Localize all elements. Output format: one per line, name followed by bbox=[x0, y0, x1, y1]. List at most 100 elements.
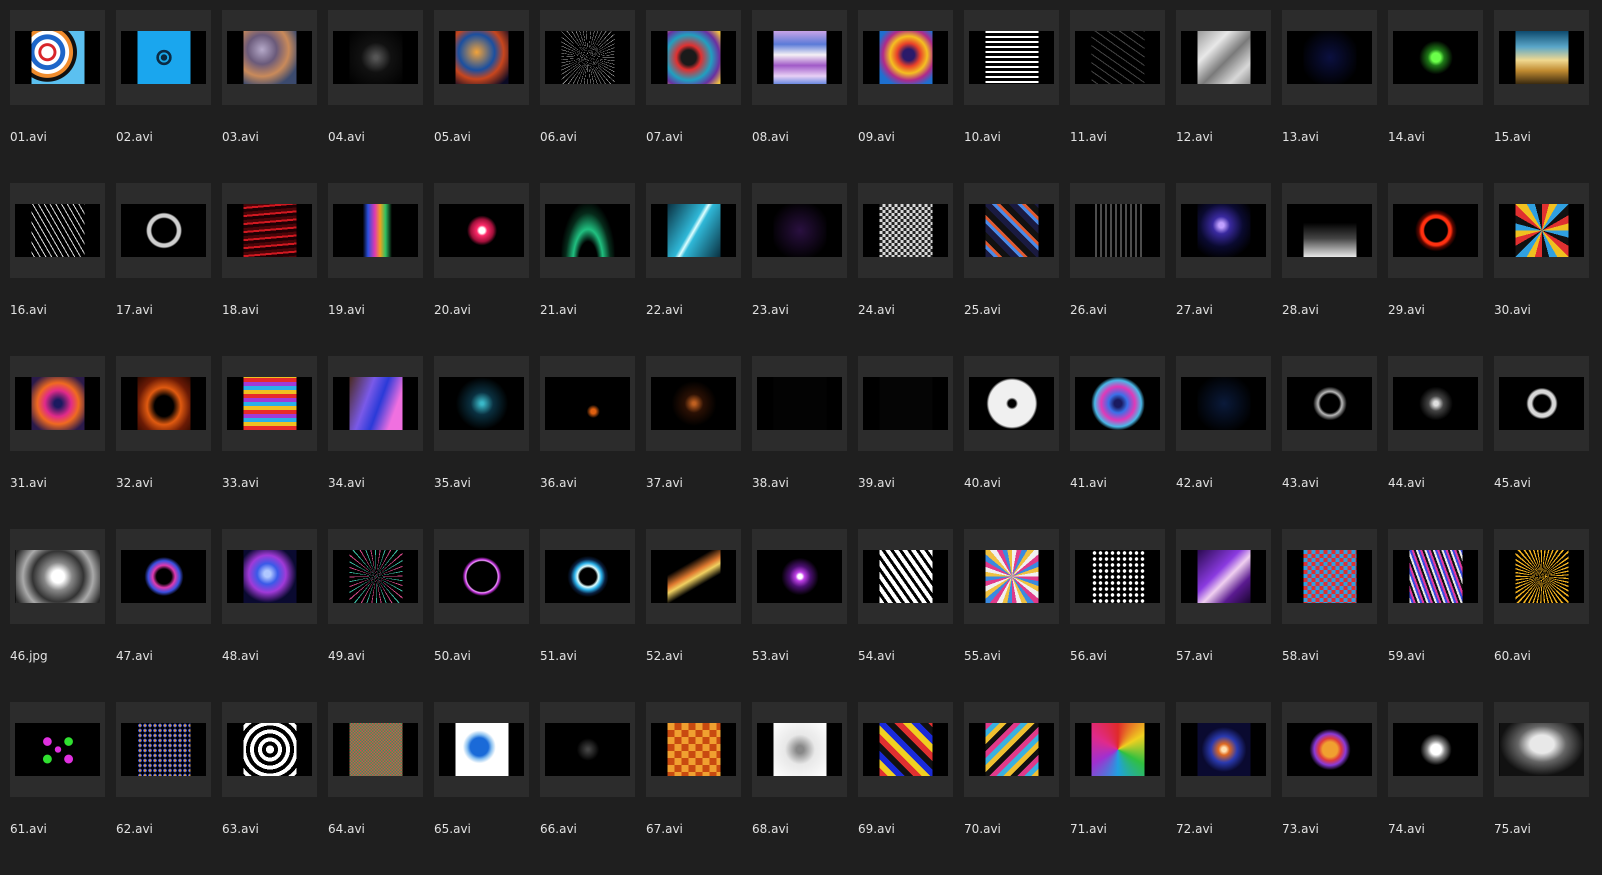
file-item[interactable]: 14.avi bbox=[1388, 10, 1483, 183]
file-item[interactable]: 49.avi bbox=[328, 529, 423, 702]
file-item[interactable]: 66.avi bbox=[540, 702, 635, 875]
file-item[interactable]: 02.avi bbox=[116, 10, 211, 183]
file-item[interactable]: 56.avi bbox=[1070, 529, 1165, 702]
file-item[interactable]: 43.avi bbox=[1282, 356, 1377, 529]
file-item[interactable]: 65.avi bbox=[434, 702, 529, 875]
thumbnail-art bbox=[1197, 204, 1250, 257]
file-item[interactable]: 53.avi bbox=[752, 529, 847, 702]
file-item[interactable]: 44.avi bbox=[1388, 356, 1483, 529]
file-item[interactable]: 54.avi bbox=[858, 529, 953, 702]
file-item[interactable]: 59.avi bbox=[1388, 529, 1483, 702]
file-item[interactable]: 73.avi bbox=[1282, 702, 1377, 875]
file-item[interactable]: 03.avi bbox=[222, 10, 317, 183]
file-item[interactable]: 68.avi bbox=[752, 702, 847, 875]
file-item[interactable]: 19.avi bbox=[328, 183, 423, 356]
file-item[interactable]: 34.avi bbox=[328, 356, 423, 529]
thumbnail-letterbox bbox=[121, 204, 206, 257]
file-item[interactable]: 70.avi bbox=[964, 702, 1059, 875]
file-item[interactable]: 71.avi bbox=[1070, 702, 1165, 875]
file-item[interactable]: 41.avi bbox=[1070, 356, 1165, 529]
thumbnail-frame bbox=[1388, 10, 1483, 105]
file-item[interactable]: 12.avi bbox=[1176, 10, 1271, 183]
thumbnail-frame bbox=[1282, 529, 1377, 624]
file-item[interactable]: 35.avi bbox=[434, 356, 529, 529]
file-item[interactable]: 04.avi bbox=[328, 10, 423, 183]
file-item[interactable]: 72.avi bbox=[1176, 702, 1271, 875]
thumbnail-art bbox=[455, 550, 508, 603]
file-item[interactable]: 31.avi bbox=[10, 356, 105, 529]
file-item[interactable]: 20.avi bbox=[434, 183, 529, 356]
file-item[interactable]: 47.avi bbox=[116, 529, 211, 702]
file-item[interactable]: 64.avi bbox=[328, 702, 423, 875]
file-name: 61.avi bbox=[10, 822, 47, 836]
file-item[interactable]: 07.avi bbox=[646, 10, 741, 183]
file-name: 63.avi bbox=[222, 822, 259, 836]
file-name: 47.avi bbox=[116, 649, 153, 663]
file-item[interactable]: 15.avi bbox=[1494, 10, 1589, 183]
file-item[interactable]: 16.avi bbox=[10, 183, 105, 356]
file-item[interactable]: 06.avi bbox=[540, 10, 635, 183]
file-item[interactable]: 74.avi bbox=[1388, 702, 1483, 875]
file-item[interactable]: 13.avi bbox=[1282, 10, 1377, 183]
thumbnail-frame bbox=[964, 10, 1059, 105]
file-item[interactable]: 48.avi bbox=[222, 529, 317, 702]
file-item[interactable]: 46.jpg bbox=[10, 529, 105, 702]
file-item[interactable]: 26.avi bbox=[1070, 183, 1165, 356]
thumbnail-letterbox bbox=[1393, 204, 1478, 257]
thumbnail-art bbox=[1409, 550, 1462, 603]
file-item[interactable]: 24.avi bbox=[858, 183, 953, 356]
file-item[interactable]: 63.avi bbox=[222, 702, 317, 875]
thumbnail-letterbox bbox=[227, 31, 312, 84]
file-item[interactable]: 42.avi bbox=[1176, 356, 1271, 529]
file-item[interactable]: 62.avi bbox=[116, 702, 211, 875]
file-item[interactable]: 08.avi bbox=[752, 10, 847, 183]
thumbnail-letterbox bbox=[1287, 550, 1372, 603]
thumbnail-art bbox=[1091, 204, 1144, 257]
file-item[interactable]: 01.avi bbox=[10, 10, 105, 183]
file-item[interactable]: 33.avi bbox=[222, 356, 317, 529]
file-item[interactable]: 57.avi bbox=[1176, 529, 1271, 702]
file-item[interactable]: 23.avi bbox=[752, 183, 847, 356]
file-item[interactable]: 36.avi bbox=[540, 356, 635, 529]
file-item[interactable]: 25.avi bbox=[964, 183, 1059, 356]
thumbnail-letterbox bbox=[545, 723, 630, 776]
file-item[interactable]: 55.avi bbox=[964, 529, 1059, 702]
thumbnail-letterbox bbox=[969, 31, 1054, 84]
file-item[interactable]: 28.avi bbox=[1282, 183, 1377, 356]
file-item[interactable]: 58.avi bbox=[1282, 529, 1377, 702]
file-item[interactable]: 60.avi bbox=[1494, 529, 1589, 702]
file-item[interactable]: 69.avi bbox=[858, 702, 953, 875]
file-item[interactable]: 51.avi bbox=[540, 529, 635, 702]
file-item[interactable]: 67.avi bbox=[646, 702, 741, 875]
file-item[interactable]: 05.avi bbox=[434, 10, 529, 183]
file-item[interactable]: 38.avi bbox=[752, 356, 847, 529]
thumbnail-letterbox bbox=[1181, 723, 1266, 776]
thumbnail-grid: 01.avi 02.avi 03.avi 04.avi 05.avi 06.av… bbox=[10, 10, 1589, 875]
file-name: 58.avi bbox=[1282, 649, 1319, 663]
file-item[interactable]: 40.avi bbox=[964, 356, 1059, 529]
file-item[interactable]: 11.avi bbox=[1070, 10, 1165, 183]
file-item[interactable]: 09.avi bbox=[858, 10, 953, 183]
file-item[interactable]: 22.avi bbox=[646, 183, 741, 356]
file-item[interactable]: 32.avi bbox=[116, 356, 211, 529]
file-item[interactable]: 52.avi bbox=[646, 529, 741, 702]
file-item[interactable]: 30.avi bbox=[1494, 183, 1589, 356]
file-item[interactable]: 10.avi bbox=[964, 10, 1059, 183]
file-item[interactable]: 17.avi bbox=[116, 183, 211, 356]
file-item[interactable]: 18.avi bbox=[222, 183, 317, 356]
thumbnail-letterbox bbox=[863, 723, 948, 776]
file-item[interactable]: 50.avi bbox=[434, 529, 529, 702]
file-name: 23.avi bbox=[752, 303, 789, 317]
file-item[interactable]: 75.avi bbox=[1494, 702, 1589, 875]
thumbnail-letterbox bbox=[651, 550, 736, 603]
file-item[interactable]: 45.avi bbox=[1494, 356, 1589, 529]
thumbnail-letterbox bbox=[1287, 204, 1372, 257]
thumbnail-frame bbox=[10, 702, 105, 797]
file-item[interactable]: 37.avi bbox=[646, 356, 741, 529]
file-item[interactable]: 21.avi bbox=[540, 183, 635, 356]
file-item[interactable]: 61.avi bbox=[10, 702, 105, 875]
file-item[interactable]: 27.avi bbox=[1176, 183, 1271, 356]
file-item[interactable]: 39.avi bbox=[858, 356, 953, 529]
file-item[interactable]: 29.avi bbox=[1388, 183, 1483, 356]
file-name: 10.avi bbox=[964, 130, 1001, 144]
